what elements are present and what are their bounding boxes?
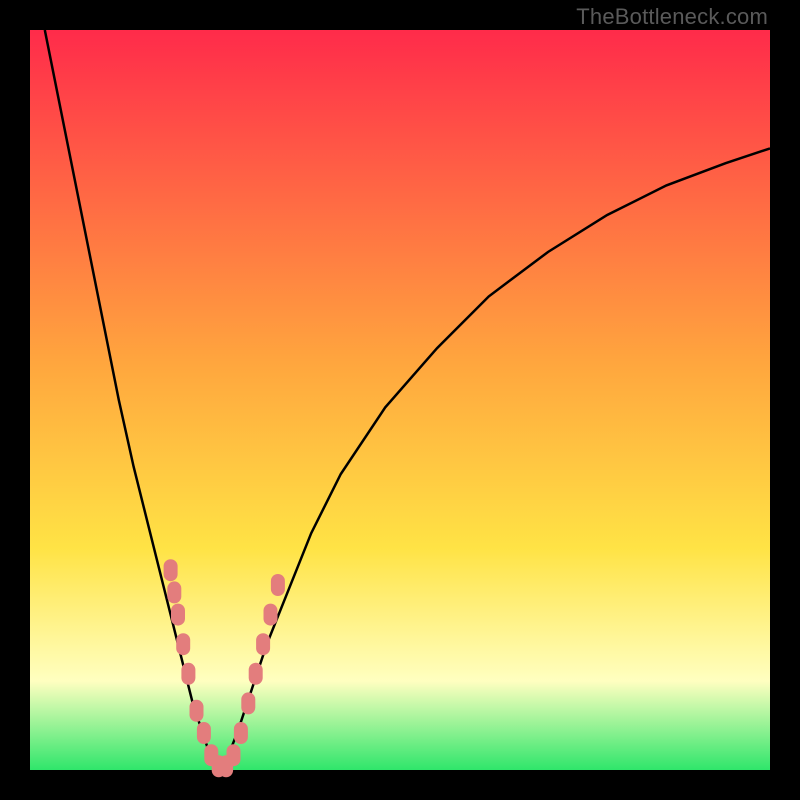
marker-point: [176, 633, 190, 655]
marker-point: [227, 744, 241, 766]
marker-point: [181, 663, 195, 685]
marker-point: [256, 633, 270, 655]
marker-point: [264, 604, 278, 626]
chart-svg: [0, 0, 800, 800]
marker-point: [167, 581, 181, 603]
curve-right-branch: [222, 148, 770, 770]
curve-left-branch: [45, 30, 223, 770]
marker-point: [249, 663, 263, 685]
marker-point: [171, 604, 185, 626]
marker-point: [197, 722, 211, 744]
marker-point: [164, 559, 178, 581]
chart-frame: TheBottleneck.com: [0, 0, 800, 800]
marker-point: [271, 574, 285, 596]
marker-point: [241, 692, 255, 714]
marker-point: [234, 722, 248, 744]
marker-point: [190, 700, 204, 722]
